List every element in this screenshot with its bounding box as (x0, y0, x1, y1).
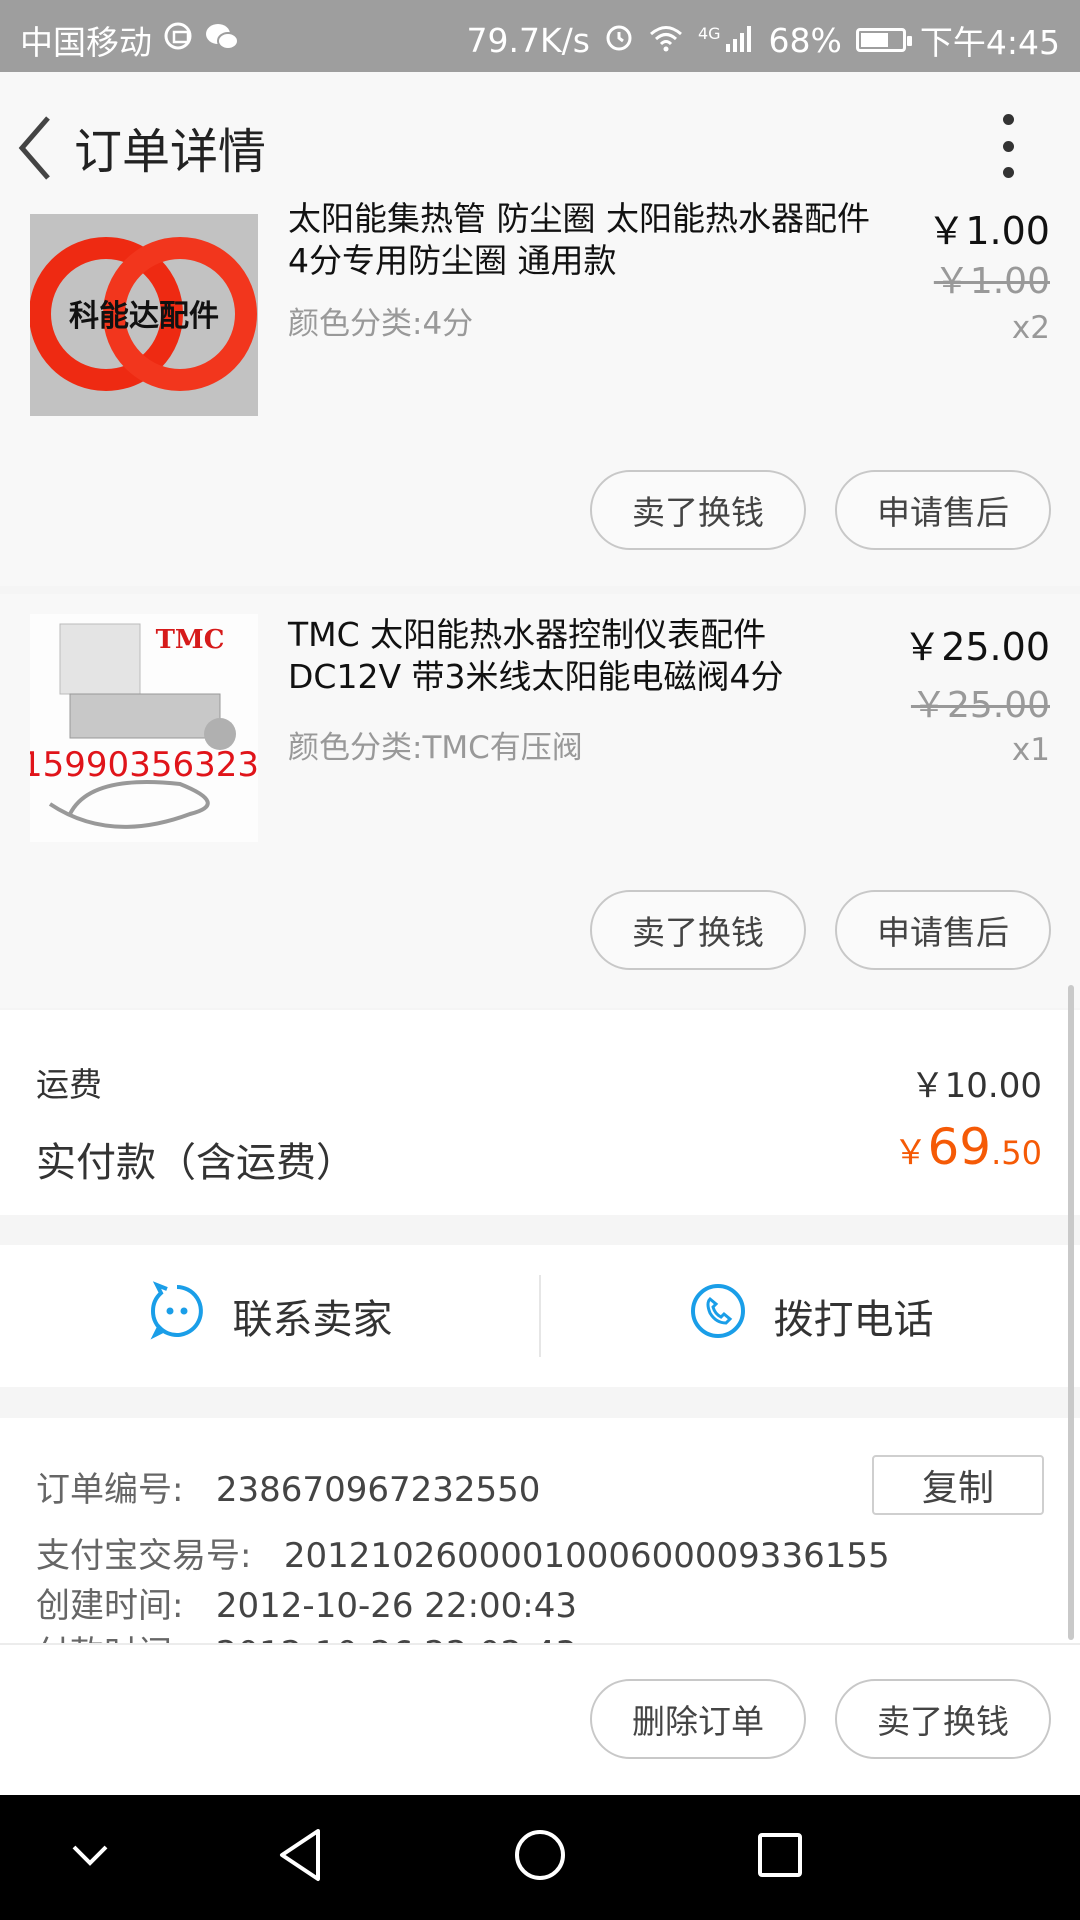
product-price: ￥1.00 (927, 209, 1050, 253)
paid-decimal: .50 (991, 1134, 1042, 1172)
product-quantity: x1 (1011, 732, 1050, 768)
home-nav-button[interactable] (508, 1823, 572, 1887)
product-name[interactable]: 太阳能集热管 防尘圈 太阳能热水器配件 4分专用防尘圈 通用款 (288, 198, 888, 282)
sell-button[interactable]: 卖了换钱 (590, 890, 806, 970)
call-phone-label: 拨打电话 (773, 1297, 934, 1343)
recents-nav-button[interactable] (748, 1823, 812, 1887)
app-bar: 订单详情 (0, 72, 1080, 218)
product-image-text: 科能达配件 (69, 299, 219, 334)
product-spec: 颜色分类:TMC有压阀 (288, 730, 583, 766)
alipay-number: 2012102600001000600009336155 (283, 1536, 890, 1576)
product-price: ￥25.00 (903, 625, 1050, 669)
product-image-ring: 科能达配件 (30, 214, 258, 416)
more-dot-icon (1002, 114, 1014, 125)
triangle-back-icon (280, 1829, 320, 1881)
hide-nav-button[interactable] (60, 1825, 120, 1885)
sell-for-cash-button[interactable]: 卖了换钱 (835, 1679, 1051, 1759)
paid-time-label: 付款时间: (36, 1634, 183, 1643)
back-arrow-icon (18, 116, 50, 180)
wifi-icon (648, 21, 684, 60)
shipping-value: ￥10.00 (910, 1066, 1042, 1106)
back-button[interactable] (8, 106, 68, 186)
square-recents-icon (758, 1833, 802, 1877)
created-time-label: 创建时间: (36, 1586, 184, 1626)
chevron-down-icon (72, 1845, 108, 1866)
alipay-label: 支付宝交易号: (36, 1536, 252, 1576)
product-image[interactable]: 科能达配件 (30, 214, 258, 416)
net-speed: 79.7K/s (466, 20, 590, 60)
status-left: 中国移动 (20, 16, 240, 64)
back-nav-button[interactable] (270, 1823, 334, 1887)
paid-currency: ￥ (893, 1133, 928, 1173)
battery-percent: 68% (768, 20, 842, 60)
sell-button[interactable]: 卖了换钱 (590, 470, 806, 550)
alipay-row: 支付宝交易号: 2012102600001000600009336155 (36, 1528, 890, 1577)
more-dot-icon (1002, 140, 1014, 152)
contact-section: 联系卖家 拨打电话 (0, 1245, 1080, 1387)
order-number: 238670967232550 (215, 1470, 541, 1510)
product-name[interactable]: TMC 太阳能热水器控制仪表配件 DC12V 带3米线太阳能电磁阀4分 (288, 614, 888, 698)
paid-amount-label: 实付款（含运费） (36, 1140, 356, 1186)
wechat-icon (204, 21, 240, 60)
order-number-row: 订单编号: 238670967232550 (36, 1462, 540, 1511)
order-number-label: 订单编号: (36, 1470, 184, 1510)
network-type: 4G (697, 23, 721, 43)
product-original-price: ￥1.00 (933, 261, 1050, 302)
order-item: 科能达配件 太阳能集热管 防尘圈 太阳能热水器配件 4分专用防尘圈 通用款 颜色… (0, 199, 1080, 586)
shipping-label: 运费 (36, 1065, 102, 1104)
battery-fill (860, 33, 888, 47)
product-original-price: ￥25.00 (910, 685, 1050, 726)
contact-seller-label: 联系卖家 (232, 1297, 393, 1343)
after-sale-button[interactable]: 申请售后 (835, 470, 1051, 550)
product-spec: 颜色分类:4分 (288, 306, 474, 342)
product-quantity: x2 (1011, 310, 1050, 346)
paid-amount: ￥69.50 (893, 1118, 1042, 1176)
contact-seller-button[interactable]: 联系卖家 (0, 1245, 539, 1387)
order-item: TMC 15990356323 TMC 太阳能热水器控制仪表配件 DC12V 带… (0, 594, 1080, 1008)
system-nav-bar (0, 1795, 1080, 1920)
battery-icon (855, 28, 912, 52)
delete-order-button[interactable]: 删除订单 (590, 1679, 806, 1759)
status-right: 79.7K/s 4G 68% 下午4:45 (467, 16, 1060, 64)
more-options-button[interactable] (980, 108, 1036, 184)
after-sale-button[interactable]: 申请售后 (835, 890, 1051, 970)
created-time-row: 创建时间: 2012-10-26 22:00:43 (36, 1578, 577, 1627)
order-info-section: 订单编号: 238670967232550 复制 支付宝交易号: 2012102… (0, 1418, 1080, 1643)
notification-icon (162, 20, 194, 60)
created-time: 2012-10-26 22:00:43 (215, 1586, 578, 1626)
alarm-icon (604, 21, 634, 60)
phone-icon (688, 1281, 748, 1351)
page-title: 订单详情 (74, 124, 267, 180)
bottom-action-bar: 删除订单 卖了换钱 (0, 1643, 1080, 1795)
product-image-brand: TMC (156, 625, 225, 655)
status-bar: 中国移动 79.7K/s 4G 68% 下午4:45 (0, 0, 1080, 72)
more-dot-icon (1002, 167, 1014, 178)
paid-integer: 69 (927, 1118, 992, 1176)
carrier-name: 中国移动 (20, 23, 152, 62)
scrollbar[interactable] (1068, 985, 1074, 1640)
circle-home-icon (515, 1830, 565, 1880)
product-image-valve: TMC 15990356323 (30, 614, 258, 842)
paid-time-row: 付款时间: 2012-10-26 22:02:43 (36, 1626, 577, 1643)
totals-section: 运费 ￥10.00 实付款（含运费） ￥69.50 (0, 1010, 1080, 1215)
copy-button[interactable]: 复制 (872, 1455, 1044, 1515)
chat-bubble-icon (147, 1281, 207, 1351)
product-image[interactable]: TMC 15990356323 (30, 614, 258, 842)
paid-time: 2012-10-26 22:02:43 (216, 1634, 577, 1643)
signal-icon (725, 21, 755, 60)
product-image-phone: 15990356323 (30, 745, 258, 785)
call-phone-button[interactable]: 拨打电话 (541, 1245, 1080, 1387)
clock: 下午4:45 (919, 23, 1060, 62)
